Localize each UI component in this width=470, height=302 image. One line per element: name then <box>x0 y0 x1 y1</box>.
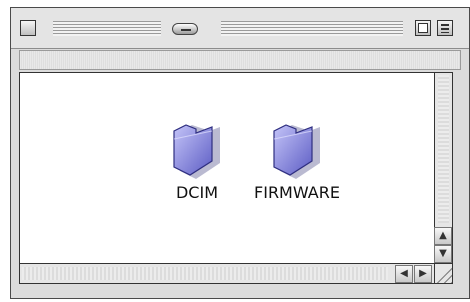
horizontal-scroll-track[interactable] <box>22 267 388 280</box>
disk-icon <box>172 23 198 35</box>
horizontal-scrollbar[interactable]: ◀ ▶ <box>19 264 435 284</box>
title-bar[interactable] <box>11 8 469 49</box>
vertical-scrollbar[interactable]: ▲ ▼ <box>434 72 453 264</box>
folder-icon <box>273 124 320 179</box>
scroll-right-arrow-icon[interactable]: ▶ <box>414 265 432 283</box>
title-bar-stripes-right <box>221 21 403 36</box>
zoom-box-button[interactable] <box>415 20 431 36</box>
scroll-left-arrow-icon[interactable]: ◀ <box>395 265 413 283</box>
window-content[interactable]: DCIM FIRMWARE <box>19 72 435 264</box>
folder-item-dcim[interactable]: DCIM <box>142 121 252 221</box>
folder-label[interactable]: FIRMWARE <box>242 183 352 202</box>
window-header-strip <box>19 50 461 70</box>
close-box-button[interactable] <box>20 20 36 36</box>
vertical-scroll-track[interactable] <box>438 75 449 223</box>
scroll-up-arrow-icon[interactable]: ▲ <box>434 227 452 245</box>
scroll-down-arrow-icon[interactable]: ▼ <box>434 245 452 263</box>
title-bar-stripes <box>53 21 161 36</box>
disk-proxy-icon[interactable] <box>168 20 204 38</box>
folder-item-firmware[interactable]: FIRMWARE <box>242 121 352 221</box>
collapse-box-button[interactable] <box>437 20 453 36</box>
resize-grip-icon[interactable] <box>435 264 453 284</box>
folder-icon <box>173 124 220 179</box>
folder-label[interactable]: DCIM <box>142 183 252 202</box>
finder-window: DCIM FIRMWARE ▲ ▼ ◀ ▶ <box>10 7 470 299</box>
